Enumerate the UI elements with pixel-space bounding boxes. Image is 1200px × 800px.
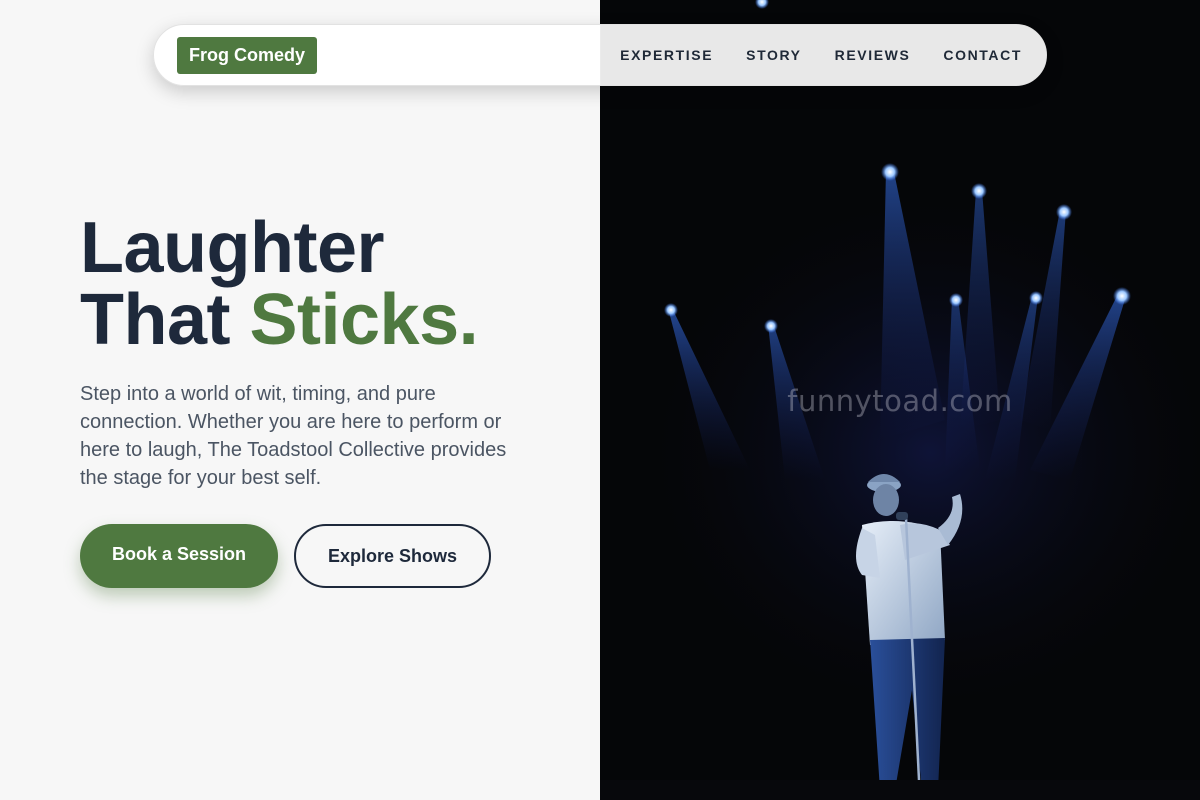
brand-logo[interactable]: Frog Comedy xyxy=(177,36,318,74)
nav-link-expertise[interactable]: EXPERTISE xyxy=(620,47,713,63)
nav-link-story[interactable]: STORY xyxy=(746,47,801,63)
nav-links: EXPERTISE STORY REVIEWS CONTACT xyxy=(620,47,1022,63)
headline-accent: Sticks. xyxy=(249,280,479,360)
hero-lead-text: Step into a world of wit, timing, and pu… xyxy=(80,383,507,489)
headline-line-2: That xyxy=(80,280,250,360)
watermark: funnytoad.com xyxy=(787,384,1013,418)
hero-headline: Laughter That Sticks. xyxy=(80,212,479,356)
explore-shows-button[interactable]: Explore Shows xyxy=(294,524,491,588)
nav-link-reviews[interactable]: REVIEWS xyxy=(835,47,911,63)
top-navbar: Frog Comedy EXPERTISE STORY REVIEWS CONT… xyxy=(153,24,1047,86)
book-session-button[interactable]: Book a Session xyxy=(80,524,278,588)
nav-link-contact[interactable]: CONTACT xyxy=(943,47,1022,63)
headline-line-1: Laughter xyxy=(80,208,385,288)
